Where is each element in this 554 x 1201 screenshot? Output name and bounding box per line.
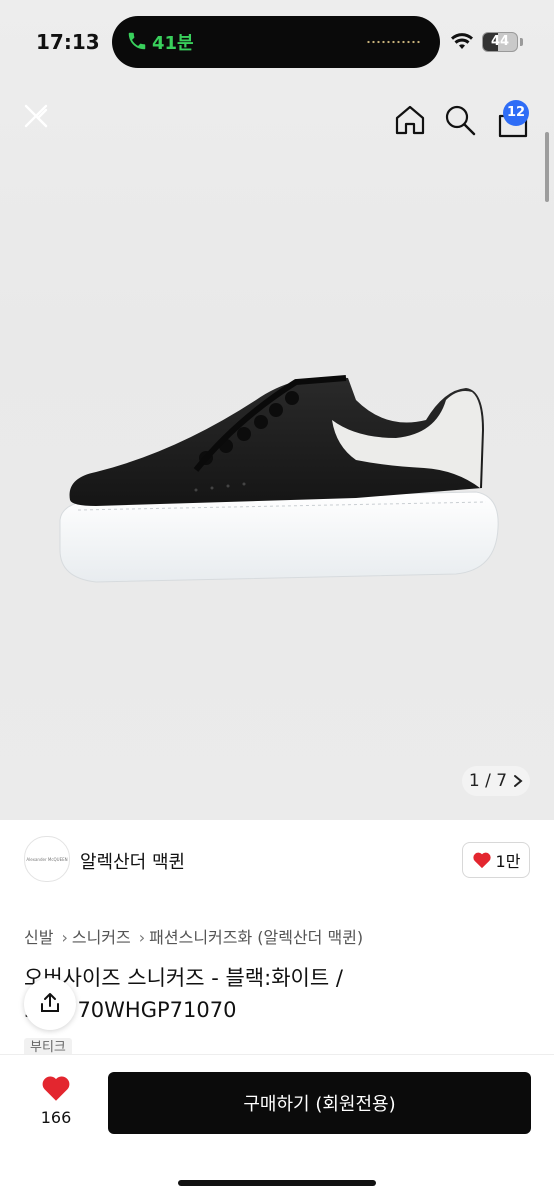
- breadcrumb-item[interactable]: 스니커즈: [72, 928, 131, 947]
- brand-name[interactable]: 알렉산더 맥퀸: [80, 848, 185, 874]
- battery-cap: [520, 38, 523, 46]
- dynamic-island-call[interactable]: 41분: [112, 16, 440, 68]
- search-icon: [445, 105, 476, 136]
- scrollbar[interactable]: [545, 132, 549, 202]
- battery-icon: 44: [482, 32, 518, 52]
- share-icon: [41, 992, 59, 1012]
- home-icon: [395, 105, 425, 135]
- wishlist-button[interactable]: 166: [30, 1074, 82, 1127]
- close-back-icon: [24, 104, 48, 128]
- home-button[interactable]: [392, 102, 428, 138]
- clock: 17:13: [36, 30, 100, 54]
- chevron-right-icon: [514, 775, 523, 787]
- buy-button[interactable]: 구매하기 (회원전용): [108, 1072, 531, 1134]
- brand-row[interactable]: Alexander McQUEEN 알렉산더 맥퀸 1만: [24, 836, 530, 884]
- pager-text: 1 / 7: [468, 771, 508, 791]
- heart-icon: [42, 1076, 70, 1101]
- chevron-right-icon: ›: [61, 928, 68, 947]
- breadcrumb: 신발 › 스니커즈 › 패션스니커즈화 (알렉산더 맥퀸): [24, 924, 367, 948]
- audio-waveform: [366, 40, 422, 44]
- brand-like-count: 1만: [495, 852, 521, 871]
- call-duration: 41분: [152, 33, 194, 54]
- share-button[interactable]: [24, 978, 76, 1030]
- search-button[interactable]: [442, 102, 478, 138]
- cart-count-badge: 12: [503, 100, 529, 126]
- gallery-pager[interactable]: 1 / 7: [462, 766, 530, 796]
- status-bar: 17:13 41분 44: [0, 0, 554, 86]
- wifi-icon: [451, 33, 473, 49]
- battery-percent: 44: [490, 34, 510, 49]
- breadcrumb-item[interactable]: 패션스니커즈화 (알렉산더 맥퀸): [149, 928, 363, 947]
- phone-icon: [128, 32, 146, 50]
- brand-logo[interactable]: Alexander McQUEEN: [24, 836, 70, 882]
- close-button[interactable]: [22, 100, 58, 136]
- wishlist-count: 166: [40, 1108, 72, 1127]
- product-image: [59, 375, 499, 583]
- brand-logo-text: Alexander McQUEEN: [26, 856, 68, 862]
- chevron-right-icon: ›: [138, 928, 146, 947]
- home-indicator[interactable]: [178, 1180, 376, 1186]
- breadcrumb-item[interactable]: 신발: [24, 928, 53, 947]
- heart-icon: [472, 852, 491, 869]
- brand-like-button[interactable]: 1만: [462, 842, 530, 878]
- product-title: 오버사이즈 스니커즈 - 블랙:화이트 / 553770WHGP71070: [24, 966, 343, 1022]
